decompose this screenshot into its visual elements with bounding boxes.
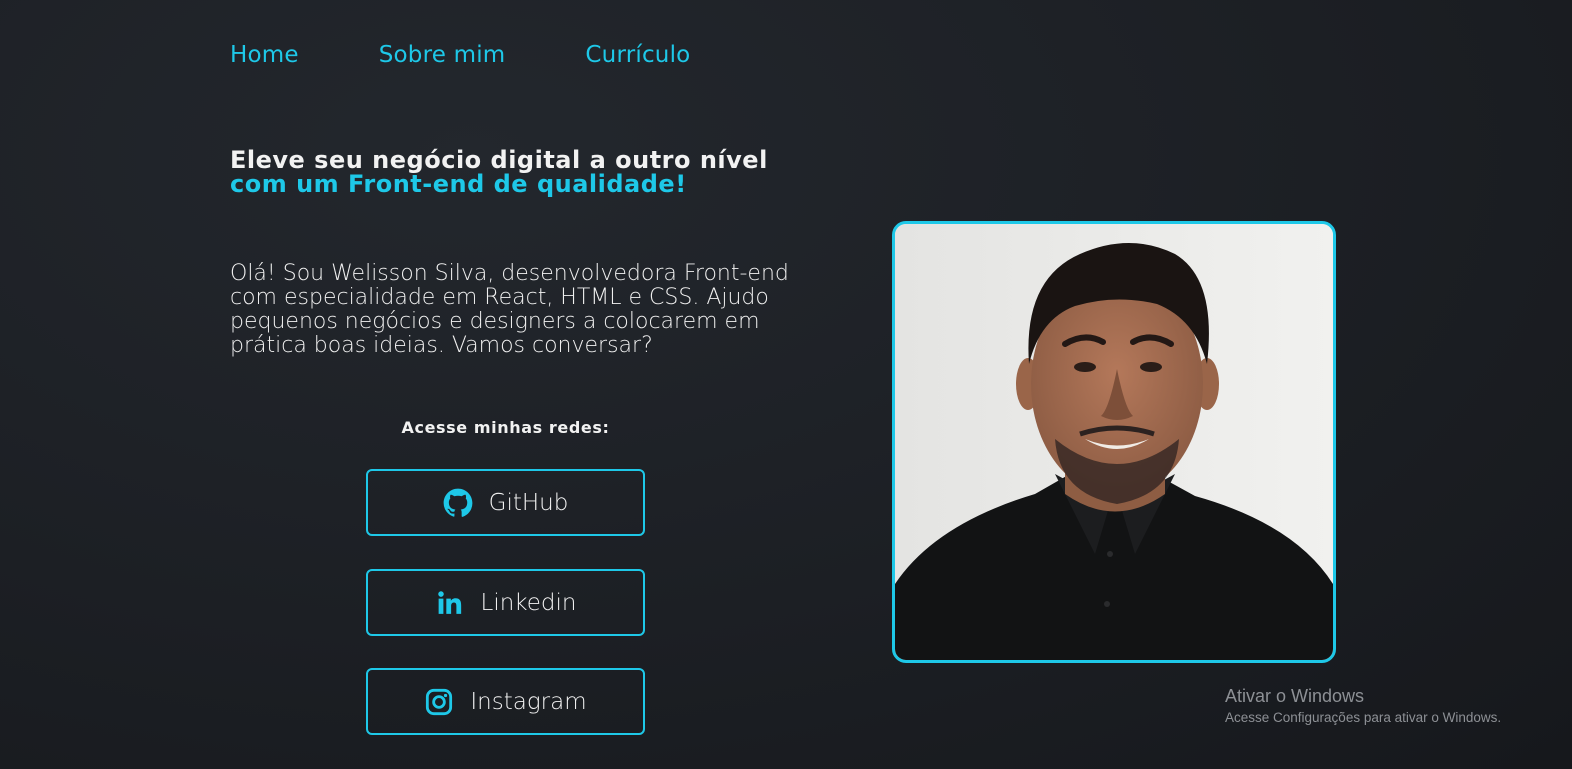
instagram-button[interactable]: Instagram — [366, 668, 645, 735]
hero-headline: Eleve seu negócio digital a outro nível … — [230, 148, 790, 196]
headline-accent-text: com um Front-end de qualidade! — [230, 170, 687, 198]
social-title: Acesse minhas redes: — [401, 418, 610, 437]
github-button[interactable]: GitHub — [366, 469, 645, 536]
instagram-label: Instagram — [470, 688, 587, 715]
nav-home-link[interactable]: Home — [230, 42, 299, 68]
nav-about-link[interactable]: Sobre mim — [379, 42, 506, 68]
activation-subtitle: Acesse Configurações para ativar o Windo… — [1225, 710, 1502, 725]
windows-activation-watermark: Ativar o Windows Acesse Configurações pa… — [1225, 686, 1501, 725]
linkedin-button[interactable]: Linkedin — [366, 569, 645, 636]
instagram-icon — [424, 687, 454, 717]
linkedin-label: Linkedin — [480, 589, 577, 616]
main-nav: Home Sobre mim Currículo — [230, 42, 690, 68]
nav-resume-link[interactable]: Currículo — [585, 42, 690, 68]
profile-photo — [892, 221, 1336, 663]
intro-paragraph: Olá! Sou Welisson Silva, desenvolvedora … — [230, 261, 789, 358]
github-icon — [443, 488, 473, 518]
activation-title: Ativar o Windows — [1225, 686, 1365, 706]
linkedin-icon — [435, 588, 465, 618]
github-label: GitHub — [488, 489, 569, 516]
